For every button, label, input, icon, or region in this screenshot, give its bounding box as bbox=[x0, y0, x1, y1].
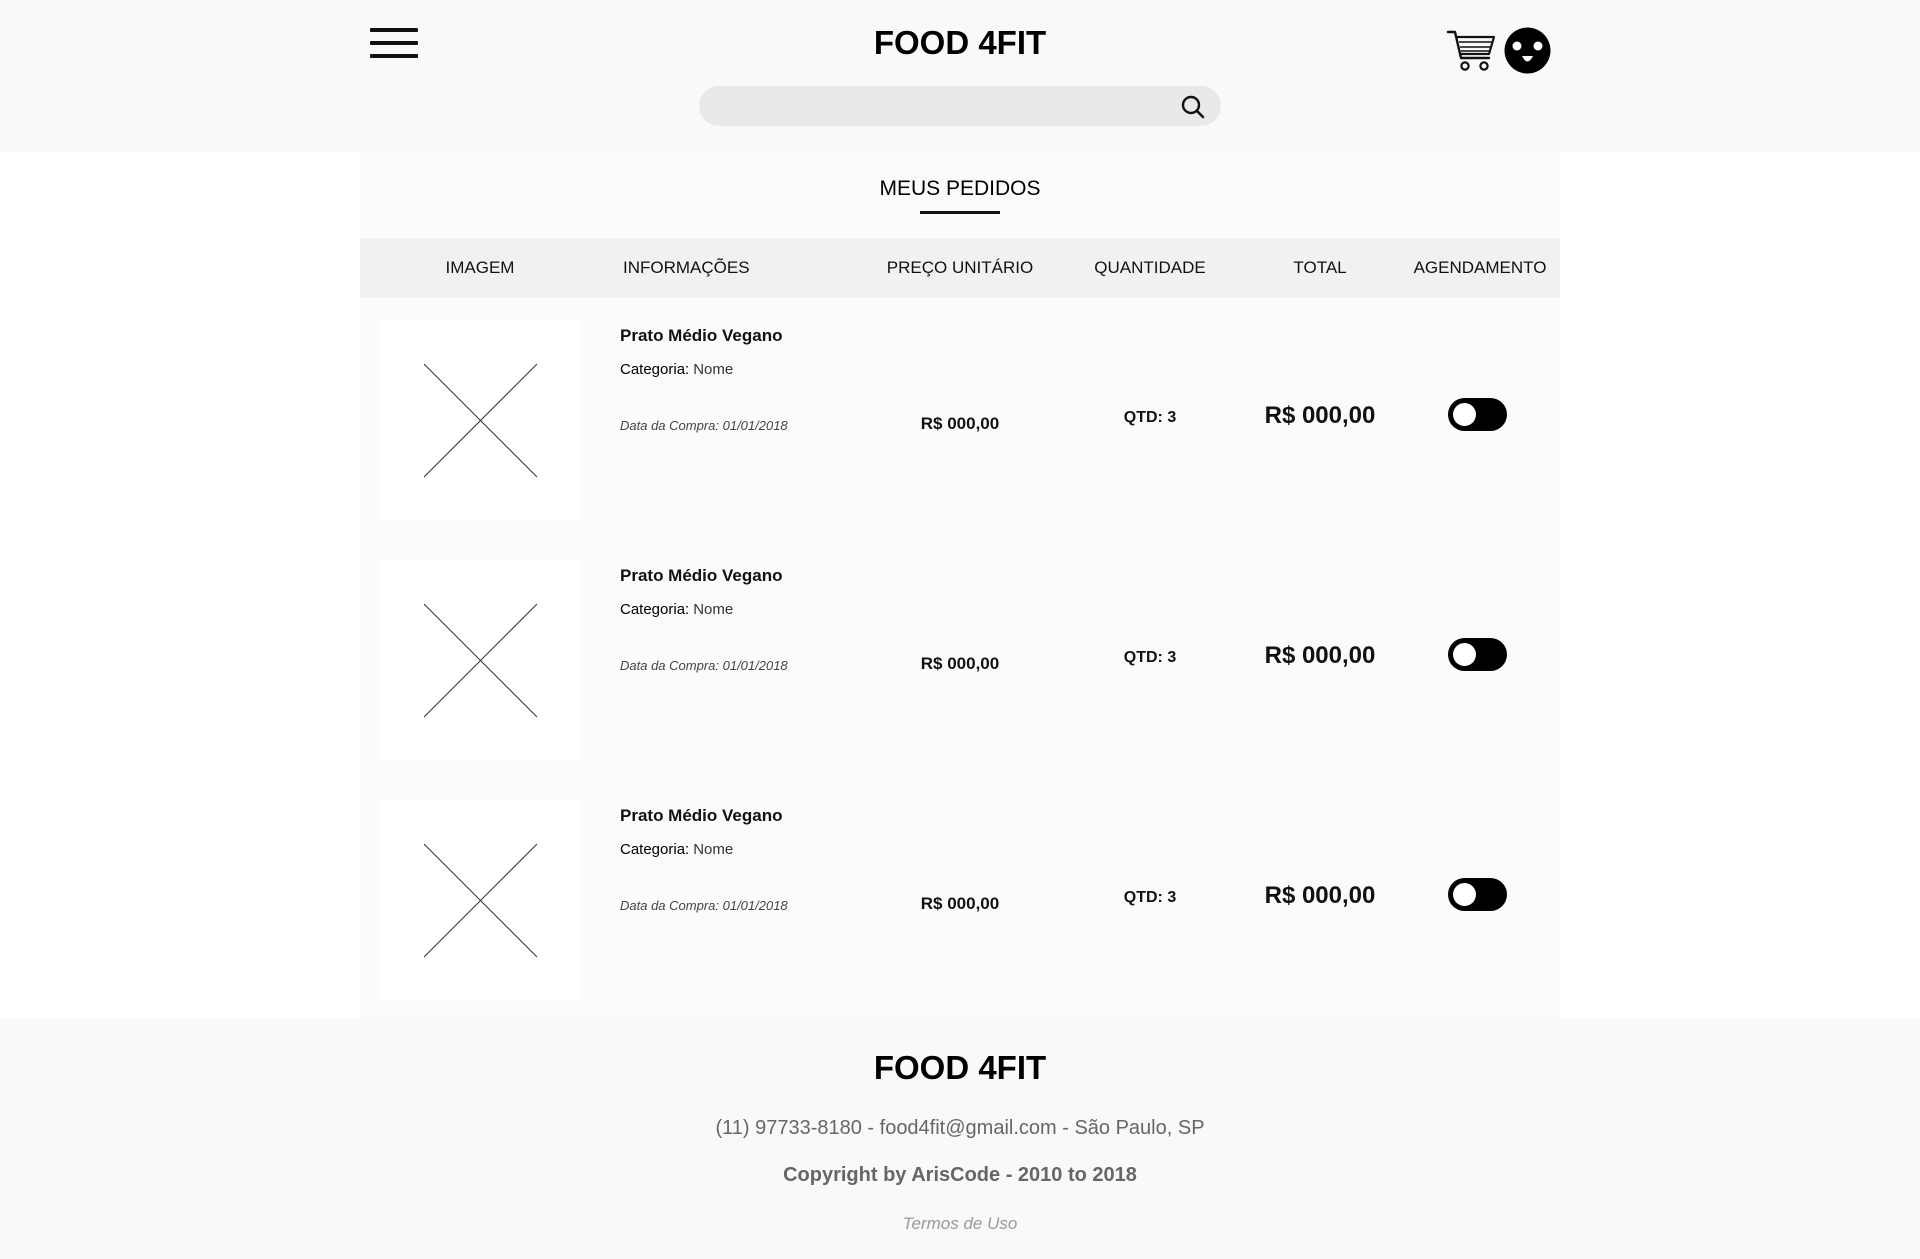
search-bar bbox=[699, 86, 1221, 126]
product-name: Prato Médio Vegano bbox=[620, 326, 783, 345]
product-image-placeholder bbox=[380, 801, 580, 1001]
toggle-knob bbox=[1453, 403, 1476, 426]
unit-price: R$ 000,00 bbox=[920, 894, 1000, 913]
unit-price: R$ 000,00 bbox=[920, 414, 1000, 433]
column-header-informacoes: INFORMAÇÕES bbox=[623, 258, 750, 277]
order-row: Prato Médio Vegano Categoria: Nome Data d… bbox=[360, 780, 1560, 1001]
search-input[interactable] bbox=[715, 92, 1159, 122]
quantity: QTD: 3 bbox=[1123, 889, 1177, 906]
scheduling-toggle[interactable] bbox=[1448, 638, 1507, 671]
unit-price: R$ 000,00 bbox=[920, 654, 1000, 673]
product-image-placeholder bbox=[380, 321, 580, 521]
purchase-date: Data da Compra: 01/01/2018 bbox=[620, 418, 788, 433]
avatar-icon[interactable] bbox=[1504, 27, 1551, 74]
footer-brand: FOOD 4FIT bbox=[873, 1049, 1047, 1086]
product-category: Categoria: Nome bbox=[620, 601, 733, 618]
row-total: R$ 000,00 bbox=[1264, 642, 1376, 669]
footer-copyright: Copyright by ArisCode - 2010 to 2018 bbox=[783, 1164, 1137, 1186]
purchase-date: Data da Compra: 01/01/2018 bbox=[620, 658, 788, 673]
orders-section: MEUS PEDIDOS IMAGEM INFORMAÇÕES PREÇO UN… bbox=[360, 152, 1560, 1018]
column-header-quantidade: QUANTIDADE bbox=[1094, 258, 1206, 277]
toggle-knob bbox=[1453, 643, 1476, 666]
table-header: IMAGEM INFORMAÇÕES PREÇO UNITÁRIO QUANTI… bbox=[360, 238, 1560, 298]
image-placeholder-icon bbox=[423, 363, 538, 478]
image-placeholder-icon bbox=[423, 843, 538, 958]
category-value: Nome bbox=[693, 601, 734, 618]
product-category: Categoria: Nome bbox=[620, 841, 733, 858]
scheduling-toggle[interactable] bbox=[1448, 878, 1507, 911]
header: FOOD 4FIT bbox=[0, 0, 1920, 152]
order-row: Prato Médio Vegano Categoria: Nome Data d… bbox=[360, 300, 1560, 521]
toggle-knob bbox=[1453, 883, 1476, 906]
cart-icon[interactable] bbox=[1446, 26, 1496, 74]
image-placeholder-icon bbox=[423, 603, 538, 718]
page-title: MEUS PEDIDOS bbox=[879, 177, 1041, 200]
category-value: Nome bbox=[693, 361, 734, 378]
column-header-total: TOTAL bbox=[1293, 258, 1347, 277]
product-category: Categoria: Nome bbox=[620, 361, 733, 378]
row-total: R$ 000,00 bbox=[1264, 882, 1376, 909]
category-label: Categoria: bbox=[620, 601, 690, 618]
product-name: Prato Médio Vegano bbox=[620, 566, 783, 585]
product-image-placeholder bbox=[380, 561, 580, 761]
brand-logo[interactable]: FOOD 4FIT bbox=[760, 24, 1160, 62]
quantity: QTD: 3 bbox=[1123, 409, 1177, 426]
purchase-date: Data da Compra: 01/01/2018 bbox=[620, 898, 788, 913]
category-value: Nome bbox=[693, 841, 734, 858]
category-label: Categoria: bbox=[620, 361, 690, 378]
menu-icon[interactable] bbox=[370, 26, 418, 62]
row-total: R$ 000,00 bbox=[1264, 402, 1376, 429]
title-underline bbox=[920, 211, 1000, 214]
column-header-agendamento: AGENDAMENTO bbox=[1413, 258, 1547, 277]
product-name: Prato Médio Vegano bbox=[620, 806, 783, 825]
column-header-imagem: IMAGEM bbox=[445, 258, 515, 277]
category-label: Categoria: bbox=[620, 841, 690, 858]
footer-contact: (11) 97733-8180 - food4fit@gmail.com - S… bbox=[715, 1117, 1205, 1139]
terms-link[interactable]: Termos de Uso bbox=[760, 1214, 1160, 1234]
order-row: Prato Médio Vegano Categoria: Nome Data d… bbox=[360, 540, 1560, 761]
search-icon[interactable] bbox=[1180, 94, 1206, 120]
quantity: QTD: 3 bbox=[1123, 649, 1177, 666]
scheduling-toggle[interactable] bbox=[1448, 398, 1507, 431]
footer: FOOD 4FIT (11) 97733-8180 - food4fit@gma… bbox=[0, 1018, 1920, 1259]
column-header-preco-unitario: PREÇO UNITÁRIO bbox=[886, 258, 1034, 277]
